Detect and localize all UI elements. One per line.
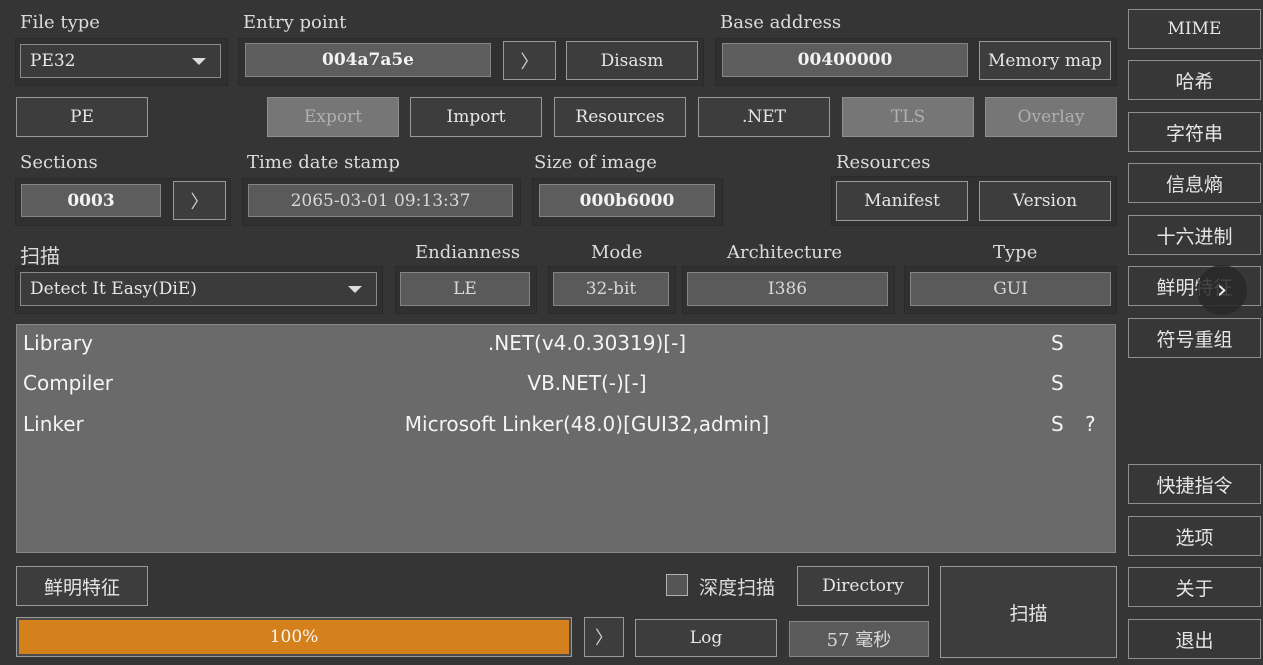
overlay-button[interactable]: Overlay (985, 97, 1117, 137)
sidebar-strings-button[interactable]: 字符串 (1128, 112, 1261, 152)
entry-point-go-button[interactable]: 〉 (503, 41, 556, 80)
log-button[interactable]: Log (635, 619, 777, 657)
result-flag[interactable]: S (1051, 331, 1064, 355)
progress-go-button[interactable]: 〉 (584, 617, 624, 657)
result-flag[interactable]: S (1051, 371, 1064, 395)
entry-point-label: Entry point (243, 12, 347, 33)
resources-group-label: Resources (836, 152, 931, 173)
sections-label: Sections (20, 152, 98, 173)
elapsed-time-field: 57 毫秒 (789, 621, 929, 657)
file-type-value: PE32 (30, 51, 76, 71)
sidebar-shortcuts-button[interactable]: 快捷指令 (1128, 464, 1261, 504)
sidebar-hex-button[interactable]: 十六进制 (1128, 215, 1261, 255)
sidebar-exit-button[interactable]: 退出 (1128, 619, 1261, 659)
architecture-label: Architecture (727, 242, 843, 263)
size-of-image-field[interactable]: 000b6000 (539, 184, 715, 217)
endianness-label: Endianness (415, 242, 521, 263)
scan-engine-select[interactable]: Detect It Easy(DiE) (20, 272, 377, 306)
size-of-image-label: Size of image (534, 152, 657, 173)
chevron-right-icon: 〉 (190, 191, 209, 213)
base-address-field[interactable]: 00400000 (722, 43, 968, 77)
directory-button[interactable]: Directory (797, 566, 929, 606)
disasm-button[interactable]: Disasm (566, 41, 698, 80)
tls-button[interactable]: TLS (842, 97, 974, 137)
type-field[interactable]: GUI (910, 272, 1111, 306)
result-name: .NET(v4.0.30319)[-] (487, 331, 687, 355)
result-name: Microsoft Linker(48.0)[GUI32,admin] (404, 412, 770, 436)
overlay-next-button[interactable]: › (1197, 265, 1247, 315)
scan-button[interactable]: 扫描 (940, 566, 1117, 658)
sidebar-hash-button[interactable]: 哈希 (1128, 60, 1261, 100)
file-type-select[interactable]: PE32 (20, 44, 221, 78)
scan-results-list[interactable]: Library .NET(v4.0.30319)[-] S Compiler V… (16, 324, 1116, 553)
entry-point-field[interactable]: 004a7a5e (245, 43, 491, 77)
time-date-stamp-field[interactable]: 2065-03-01 09:13:37 (248, 184, 513, 217)
version-button[interactable]: Version (979, 181, 1111, 221)
sidebar-demangle-button[interactable]: 符号重组 (1128, 318, 1261, 358)
sections-field[interactable]: 0003 (21, 184, 161, 217)
import-button[interactable]: Import (410, 97, 542, 137)
sections-go-button[interactable]: 〉 (173, 181, 226, 220)
result-row[interactable]: Compiler VB.NET(-)[-] S (17, 365, 1115, 405)
chevron-down-icon (348, 286, 362, 293)
mode-field[interactable]: 32-bit (553, 272, 669, 306)
chevron-right-icon: › (1216, 275, 1228, 305)
resources-button[interactable]: Resources (554, 97, 686, 137)
deep-scan-label[interactable]: 深度扫描 (699, 573, 775, 600)
chevron-right-icon: 〉 (595, 628, 613, 649)
sidebar-entropy-button[interactable]: 信息熵 (1128, 163, 1261, 203)
scan-engine-value: Detect It Easy(DiE) (30, 279, 197, 299)
result-row[interactable]: Library .NET(v4.0.30319)[-] S (17, 325, 1115, 365)
result-extra[interactable]: ? (1085, 412, 1096, 436)
mode-label: Mode (591, 242, 643, 263)
chevron-right-icon: 〉 (520, 51, 539, 73)
sidebar-mime-button[interactable]: MIME (1128, 9, 1261, 49)
memory-map-button[interactable]: Memory map (979, 41, 1111, 80)
deep-scan-checkbox[interactable] (666, 574, 688, 596)
result-row[interactable]: Linker Microsoft Linker(48.0)[GUI32,admi… (17, 406, 1115, 446)
export-button[interactable]: Export (267, 97, 399, 137)
scan-label: 扫描 (20, 244, 60, 268)
sidebar-options-button[interactable]: 选项 (1128, 516, 1261, 556)
architecture-field[interactable]: I386 (687, 272, 888, 306)
result-name: VB.NET(-)[-] (527, 371, 647, 395)
sidebar-about-button[interactable]: 关于 (1128, 567, 1261, 607)
pe-button[interactable]: PE (16, 97, 148, 137)
result-flag[interactable]: S (1051, 412, 1064, 436)
type-label: Type (993, 242, 1038, 263)
progress-text: 100% (269, 627, 319, 647)
file-type-label: File type (20, 12, 100, 33)
endianness-field[interactable]: LE (400, 272, 530, 306)
manifest-button[interactable]: Manifest (836, 181, 968, 221)
chevron-down-icon (192, 58, 206, 65)
scan-progress-bar: 100% (16, 617, 572, 657)
time-date-stamp-label: Time date stamp (247, 152, 400, 173)
net-button[interactable]: .NET (698, 97, 830, 137)
signatures-button[interactable]: 鲜明特征 (16, 566, 148, 606)
base-address-label: Base address (720, 12, 842, 33)
